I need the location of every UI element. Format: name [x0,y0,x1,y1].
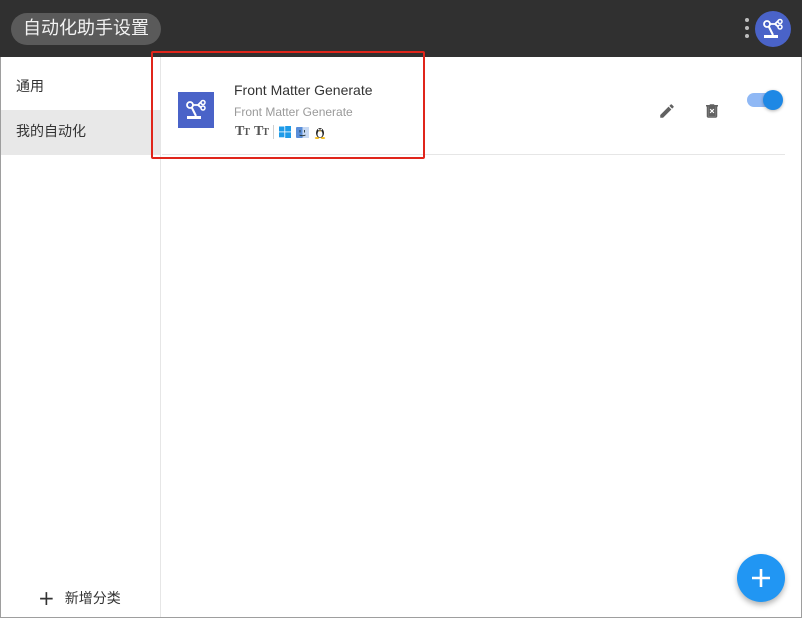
robot-arm-icon [186,99,206,119]
automation-card[interactable]: Front Matter Generate Front Matter Gener… [162,75,785,155]
edit-button[interactable] [656,100,678,122]
text-format-icon: TT [235,124,250,139]
sidebar-item-my-automations[interactable]: 我的自动化 [1,110,160,155]
enable-toggle[interactable] [747,90,783,110]
linux-icon [314,126,326,139]
edit-icon [660,104,674,118]
add-category-button[interactable]: + 新增分类 [38,588,121,608]
delete-button[interactable] [701,100,723,122]
toggle-thumb [763,90,783,110]
add-category-label: 新增分类 [64,591,121,607]
plus-icon [752,569,770,587]
delete-icon [706,104,718,118]
main-content: Front Matter Generate Front Matter Gener… [162,57,801,617]
macos-icon [296,126,310,139]
robot-arm-icon [763,18,783,38]
automation-title: Front Matter Generate [234,82,373,98]
sidebar-item-general[interactable]: 通用 [1,65,160,110]
automation-subtitle: Front Matter Generate [234,105,353,119]
app-header: 自动化助手设置 [0,0,802,57]
automation-icon [178,92,214,128]
automation-badges: TT TT [235,124,331,140]
sidebar: 通用 我的自动化 + 新增分类 [1,57,161,617]
avatar[interactable] [755,11,791,47]
text-format-icon: TT [254,124,269,139]
windows-icon [279,126,292,138]
more-vert-icon[interactable] [744,18,750,42]
add-automation-button[interactable] [737,554,785,602]
plus-icon: + [38,586,55,610]
page-title: 自动化助手设置 [11,13,161,45]
badge-divider [273,125,275,139]
